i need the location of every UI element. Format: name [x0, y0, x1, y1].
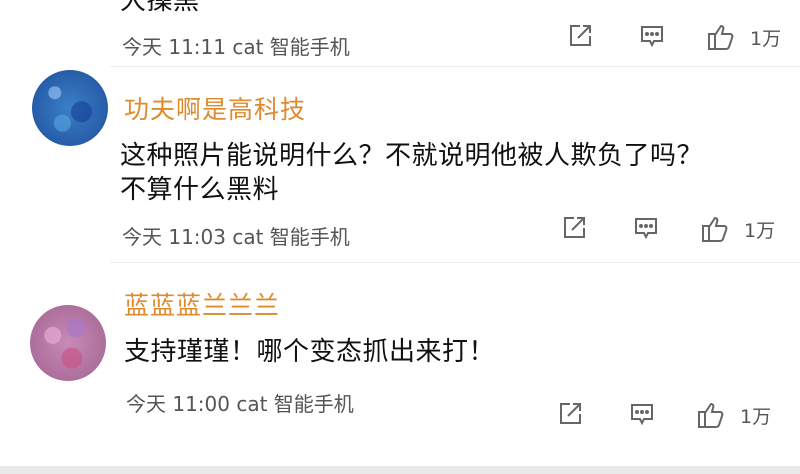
- like-count: 1万: [750, 28, 782, 50]
- like-icon[interactable]: [706, 22, 738, 56]
- comment-meta: 今天 11:11 cat 智能手机: [122, 35, 350, 59]
- comment-icon[interactable]: [628, 400, 656, 432]
- comment-author[interactable]: 蓝蓝蓝兰兰兰: [124, 286, 280, 322]
- bottom-divider: [0, 466, 800, 474]
- share-icon[interactable]: [556, 400, 584, 432]
- share-icon[interactable]: [566, 22, 594, 54]
- share-icon[interactable]: [560, 214, 588, 246]
- comment-icon[interactable]: [638, 22, 666, 54]
- comment-text-line-1: 支持瑾瑾！哪个变态抓出来打！: [124, 337, 496, 367]
- comment-actions: 1万: [556, 400, 782, 430]
- comment-meta: 今天 11:03 cat 智能手机: [122, 225, 350, 249]
- like-icon[interactable]: [696, 400, 728, 434]
- comment-author[interactable]: 功夫啊是高科技: [124, 90, 306, 126]
- like-count: 1万: [740, 406, 772, 428]
- comment-text: 大操黑: [120, 0, 780, 14]
- avatar[interactable]: [30, 305, 106, 381]
- like-count: 1万: [744, 220, 776, 242]
- comment-actions: 1万: [560, 214, 786, 244]
- divider: [110, 262, 800, 263]
- divider: [110, 66, 800, 67]
- comment-text-line-1: 这种照片能说明什么？不就说明他被人欺负了吗？: [120, 141, 704, 171]
- comment-meta: 今天 11:00 cat 智能手机: [126, 392, 354, 416]
- comment-icon[interactable]: [632, 214, 660, 246]
- like-icon[interactable]: [700, 214, 732, 248]
- avatar[interactable]: [32, 70, 108, 146]
- comment-actions: 1万: [566, 22, 786, 52]
- comment-text-line-2: 不算什么黑料: [120, 175, 280, 205]
